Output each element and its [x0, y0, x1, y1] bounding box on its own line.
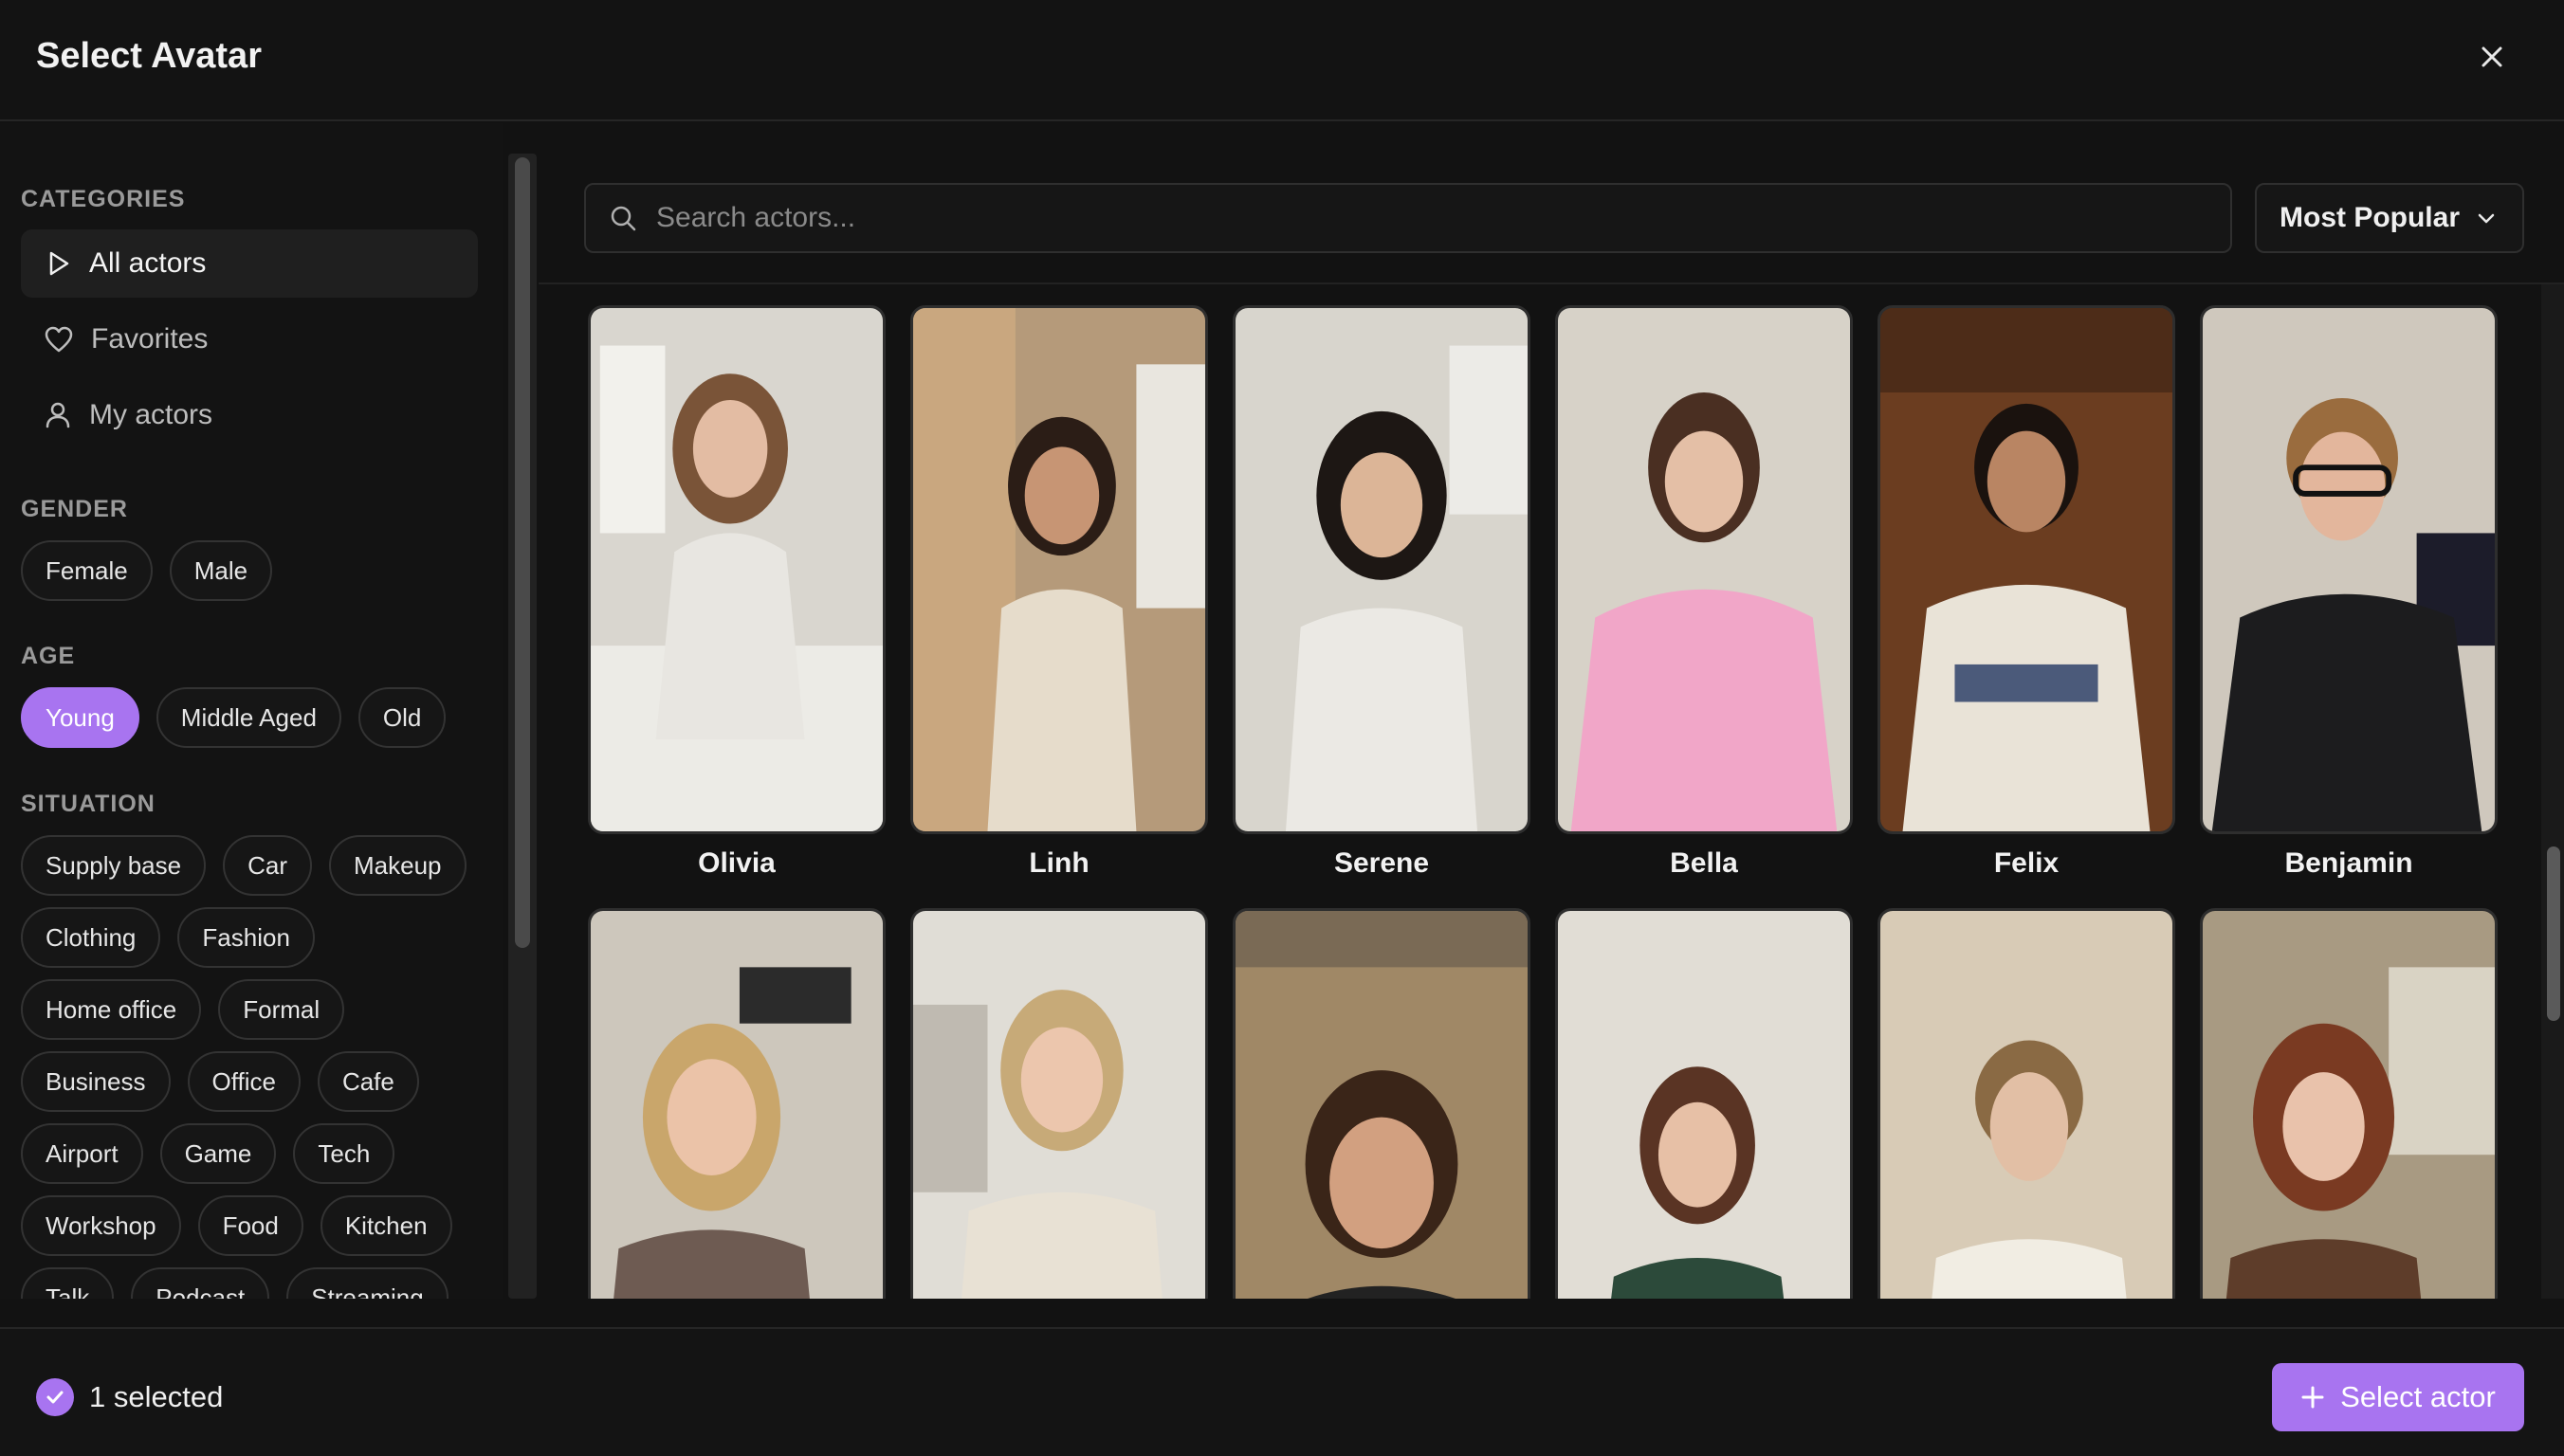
- chip-home-office[interactable]: Home office: [21, 979, 202, 1040]
- grid-scrollbar[interactable]: [2541, 284, 2564, 1299]
- chip-cafe[interactable]: Cafe: [317, 1051, 419, 1112]
- heart-icon: [45, 326, 73, 353]
- chip-airport[interactable]: Airport: [21, 1123, 143, 1184]
- situation-label: SITUATION: [21, 791, 156, 817]
- actor-card-felix[interactable]: Felix: [1877, 305, 2175, 880]
- chip-fashion[interactable]: Fashion: [177, 907, 315, 968]
- nav-all-actors-label: All actors: [89, 247, 207, 279]
- actor-photo: [910, 908, 1208, 1299]
- actor-photo: [2200, 908, 2498, 1299]
- grid-scrollbar-thumb[interactable]: [2547, 846, 2560, 1021]
- select-actor-label: Select actor: [2340, 1380, 2496, 1413]
- actor-photo: [588, 305, 886, 834]
- user-icon: [46, 402, 70, 428]
- nav-my-actors[interactable]: My actors: [21, 381, 478, 449]
- play-icon: [49, 251, 69, 276]
- nav-favorites[interactable]: Favorites: [21, 305, 478, 373]
- chip-supply-base[interactable]: Supply base: [21, 835, 207, 896]
- sort-label: Most Popular: [2280, 202, 2461, 233]
- filter-sidebar: CATEGORIES All actors Favorites My actor…: [0, 123, 503, 1299]
- chip-game[interactable]: Game: [159, 1123, 277, 1184]
- situation-row: Home office Formal: [21, 979, 345, 1040]
- selected-count: 1 selected: [89, 1380, 224, 1413]
- actor-card-olivia[interactable]: Olivia: [588, 305, 886, 880]
- chip-female[interactable]: Female: [21, 540, 153, 601]
- situation-row: Clothing Fashion: [21, 907, 315, 968]
- chip-old[interactable]: Old: [357, 687, 447, 748]
- select-actor-button[interactable]: Select actor: [2272, 1363, 2524, 1431]
- actor-photo: [1877, 305, 2175, 834]
- chip-car[interactable]: Car: [223, 835, 313, 896]
- sort-dropdown[interactable]: Most Popular: [2255, 183, 2524, 253]
- actor-name: Olivia: [698, 847, 776, 879]
- actor-photo: [1233, 908, 1530, 1299]
- close-button[interactable]: [2469, 34, 2515, 80]
- age-label: AGE: [21, 643, 76, 669]
- chip-middle-aged[interactable]: Middle Aged: [156, 687, 341, 748]
- chip-kitchen[interactable]: Kitchen: [320, 1195, 452, 1256]
- actor-card[interactable]: [1555, 908, 1853, 1299]
- chip-office[interactable]: Office: [187, 1051, 301, 1112]
- actor-card-bella[interactable]: Bella: [1555, 305, 1853, 880]
- actor-name: Benjamin: [2284, 847, 2413, 879]
- search-box[interactable]: [584, 183, 2232, 253]
- actor-grid: Olivia Linh Serene Bella Felix Benjamin: [539, 284, 2541, 1299]
- actor-photo: [2200, 305, 2498, 834]
- modal-header: Select Avatar: [0, 0, 2564, 121]
- actor-card[interactable]: [588, 908, 886, 1299]
- close-icon: [2482, 46, 2502, 67]
- chip-workshop[interactable]: Workshop: [21, 1195, 181, 1256]
- modal-footer: 1 selected Select actor: [0, 1327, 2564, 1456]
- nav-favorites-label: Favorites: [91, 323, 209, 355]
- chip-makeup[interactable]: Makeup: [329, 835, 467, 896]
- actor-name: Felix: [1993, 847, 2060, 879]
- search-input[interactable]: [656, 202, 2173, 234]
- actor-photo: [1877, 908, 2175, 1299]
- modal-title: Select Avatar: [36, 36, 262, 76]
- chip-talk[interactable]: Talk: [21, 1267, 115, 1299]
- chip-formal[interactable]: Formal: [218, 979, 345, 1040]
- situation-row: Business Office Cafe: [21, 1051, 419, 1112]
- actor-name: Serene: [1333, 847, 1430, 879]
- situation-row: Talk Podcast Streaming: [21, 1267, 449, 1299]
- chip-streaming[interactable]: Streaming: [286, 1267, 449, 1299]
- nav-my-actors-label: My actors: [89, 399, 213, 430]
- actor-photo: [910, 305, 1208, 834]
- search-icon: [611, 206, 636, 231]
- actor-name: Bella: [1670, 847, 1738, 879]
- actor-photo: [588, 908, 886, 1299]
- actor-card[interactable]: [2200, 908, 2498, 1299]
- actor-card-serene[interactable]: Serene: [1233, 305, 1530, 880]
- actor-card-benjamin[interactable]: Benjamin: [2200, 305, 2498, 880]
- chip-young[interactable]: Young: [21, 687, 139, 748]
- chip-male[interactable]: Male: [169, 540, 273, 601]
- categories-label: CATEGORIES: [21, 186, 186, 212]
- situation-row: Supply base Car Makeup: [21, 835, 467, 896]
- gender-label: GENDER: [21, 496, 128, 522]
- chip-clothing[interactable]: Clothing: [21, 907, 161, 968]
- age-filters: Young Middle Aged Old: [21, 687, 447, 748]
- nav-all-actors[interactable]: All actors: [21, 229, 478, 298]
- actor-photo: [1555, 305, 1853, 834]
- plus-icon: [2301, 1386, 2324, 1409]
- actor-card[interactable]: [1233, 908, 1530, 1299]
- actor-card[interactable]: [910, 908, 1208, 1299]
- chevron-down-icon: [2478, 213, 2495, 224]
- chip-food[interactable]: Food: [197, 1195, 303, 1256]
- chip-tech[interactable]: Tech: [293, 1123, 395, 1184]
- check-icon: [36, 1378, 74, 1416]
- actor-name: Linh: [1029, 847, 1090, 879]
- situation-row: Workshop Food Kitchen: [21, 1195, 452, 1256]
- actor-card-linh[interactable]: Linh: [910, 305, 1208, 880]
- actor-photo: [1555, 908, 1853, 1299]
- gender-filters: Female Male: [21, 540, 273, 601]
- actor-photo: [1233, 305, 1530, 834]
- actor-card[interactable]: [1877, 908, 2175, 1299]
- situation-row: Airport Game Tech: [21, 1123, 395, 1184]
- sidebar-scrollbar-thumb[interactable]: [515, 157, 530, 948]
- chip-business[interactable]: Business: [21, 1051, 171, 1112]
- chip-podcast[interactable]: Podcast: [131, 1267, 270, 1299]
